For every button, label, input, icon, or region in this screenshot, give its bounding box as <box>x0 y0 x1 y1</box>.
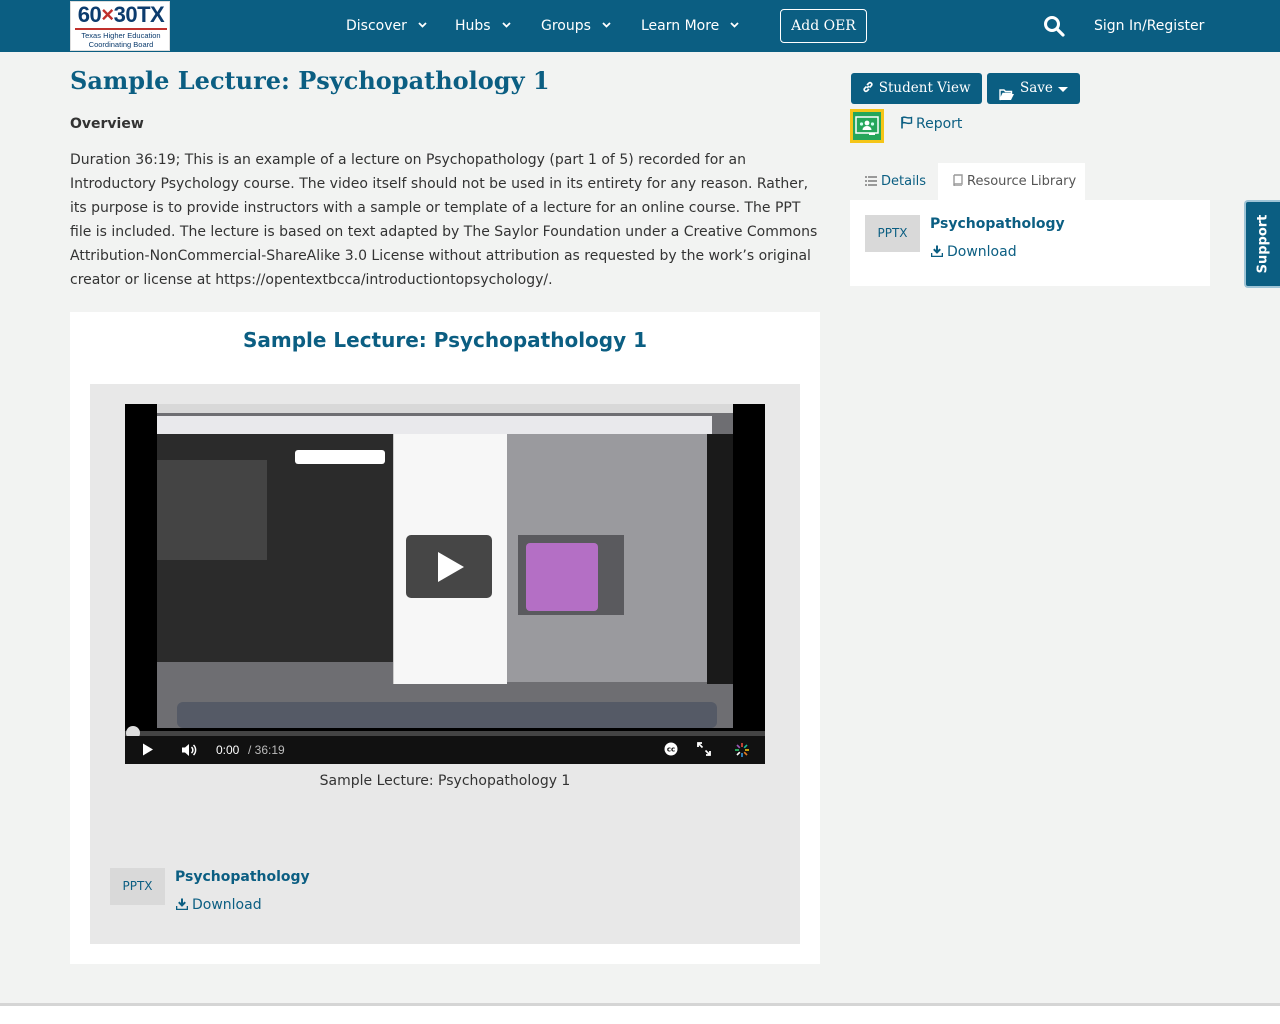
overview-heading: Overview <box>70 116 144 132</box>
video-current-time: 0:00 <box>216 743 240 757</box>
chevron-down-icon <box>501 0 511 50</box>
student-view-label: Student View <box>878 80 971 96</box>
download-icon <box>930 244 947 260</box>
sign-in-register-link[interactable]: Sign In/Register <box>1094 0 1204 52</box>
tab-details-label: Details <box>881 174 927 189</box>
report-link[interactable]: Report <box>900 116 962 132</box>
add-oer-button[interactable]: Add OER <box>780 9 867 43</box>
resource-file-link[interactable]: Psychopathology <box>930 216 1065 232</box>
play-button[interactable] <box>142 743 154 759</box>
top-navbar: 60×30TX Texas Higher Education Coordinati… <box>0 0 1280 52</box>
play-overlay-button[interactable] <box>406 535 492 598</box>
resource-download-link[interactable]: Download <box>930 244 1017 260</box>
chevron-down-icon <box>418 0 427 50</box>
logo-wordmark: 60×30TX <box>77 2 165 27</box>
support-label: Support <box>1255 214 1271 274</box>
file-type-badge: PPTX <box>865 215 920 252</box>
nav-learn-more-label: Learn More <box>641 18 720 34</box>
nav-discover-label: Discover <box>346 18 407 34</box>
video-caption: Sample Lecture: Psychopathology 1 <box>319 773 571 789</box>
flag-icon <box>900 116 916 132</box>
report-label: Report <box>916 116 963 132</box>
attached-file-link[interactable]: Psychopathology <box>175 869 310 885</box>
nav-hubs[interactable]: Hubs <box>455 0 511 52</box>
site-logo[interactable]: 60×30TX Texas Higher Education Coordinati… <box>70 1 170 51</box>
nav-groups[interactable]: Groups <box>541 0 611 52</box>
fullscreen-icon[interactable] <box>697 742 711 759</box>
attached-file-download-link[interactable]: Download <box>175 897 262 913</box>
nav-groups-label: Groups <box>541 18 591 34</box>
footer <box>0 1006 1280 1024</box>
save-button[interactable]: Save <box>987 73 1080 104</box>
book-icon <box>952 174 967 189</box>
google-classroom-share-button[interactable] <box>850 109 884 143</box>
download-label: Download <box>192 897 262 913</box>
card-title: Sample Lecture: Psychopathology 1 <box>242 328 648 352</box>
caret-down-icon <box>1058 87 1068 92</box>
video-player[interactable]: 0:00 / 36:19 cc <box>125 404 765 764</box>
list-icon <box>865 174 881 189</box>
download-icon <box>175 897 192 913</box>
file-type-badge: PPTX <box>110 868 165 905</box>
tab-details[interactable]: Details <box>850 163 938 200</box>
chevron-down-icon <box>602 0 611 50</box>
page-title: Sample Lecture: Psychopathology 1 <box>70 66 550 95</box>
nav-hubs-label: Hubs <box>455 18 491 34</box>
tab-resource-library-label: Resource Library <box>967 174 1077 189</box>
overview-text: Duration 36:19; This is an example of a … <box>70 152 818 288</box>
google-classroom-icon <box>853 112 881 140</box>
nav-discover[interactable]: Discover <box>346 0 427 52</box>
logo-subtitle: Texas Higher Education Coordinating Board <box>81 31 161 49</box>
folder-open-icon <box>999 82 1015 113</box>
closed-captions-icon[interactable]: cc <box>664 742 678 759</box>
tab-resource-library[interactable]: Resource Library <box>938 163 1085 200</box>
kaltura-logo-icon[interactable] <box>735 743 749 760</box>
chevron-down-icon <box>730 0 739 50</box>
nav-learn-more[interactable]: Learn More <box>641 0 739 52</box>
video-duration: / 36:19 <box>248 743 285 757</box>
play-icon <box>438 552 464 582</box>
volume-icon[interactable] <box>181 743 197 760</box>
save-label: Save <box>1020 80 1053 96</box>
student-view-button[interactable]: Student View <box>851 73 982 104</box>
link-icon <box>862 80 874 96</box>
support-tab[interactable]: Support <box>1244 200 1280 288</box>
download-label: Download <box>947 244 1017 260</box>
svg-text:cc: cc <box>667 746 675 754</box>
search-icon[interactable] <box>1043 15 1065 37</box>
